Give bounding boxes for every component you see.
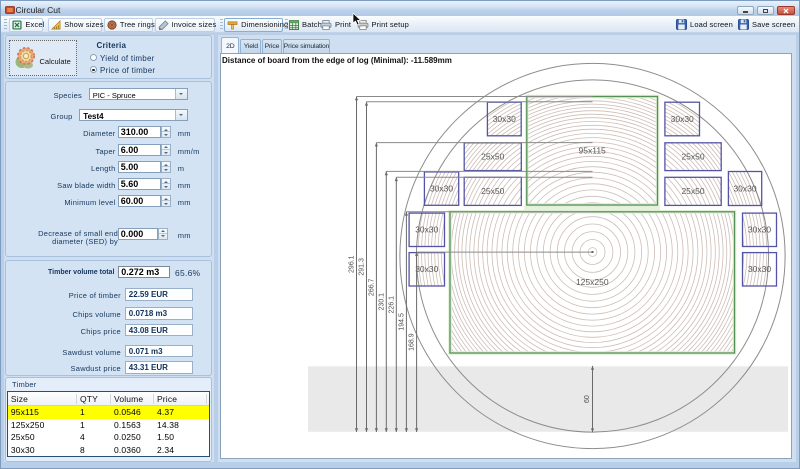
svg-text:25x50: 25x50 — [481, 186, 504, 196]
svg-text:95x115: 95x115 — [579, 145, 607, 155]
svg-text:30x30: 30x30 — [671, 113, 694, 123]
svg-text:25x50: 25x50 — [681, 151, 704, 161]
svg-text:60: 60 — [584, 395, 591, 403]
svg-text:30x30: 30x30 — [748, 224, 771, 234]
svg-text:125x250: 125x250 — [576, 277, 609, 287]
svg-text:30x30: 30x30 — [430, 183, 453, 193]
svg-text:230.1: 230.1 — [378, 292, 385, 310]
svg-text:30x30: 30x30 — [748, 264, 771, 274]
svg-text:25x50: 25x50 — [681, 186, 704, 196]
svg-text:296.1: 296.1 — [349, 255, 356, 273]
svg-text:30x30: 30x30 — [415, 264, 438, 274]
svg-text:25x50: 25x50 — [481, 151, 504, 161]
svg-text:266.7: 266.7 — [368, 278, 375, 296]
svg-text:194.5: 194.5 — [398, 313, 405, 331]
svg-text:30x30: 30x30 — [733, 183, 756, 193]
svg-text:30x30: 30x30 — [415, 224, 438, 234]
svg-text:168.9: 168.9 — [409, 333, 416, 351]
svg-text:30x30: 30x30 — [493, 113, 516, 123]
svg-text:226.1: 226.1 — [388, 295, 395, 313]
svg-text:291.3: 291.3 — [359, 258, 366, 276]
